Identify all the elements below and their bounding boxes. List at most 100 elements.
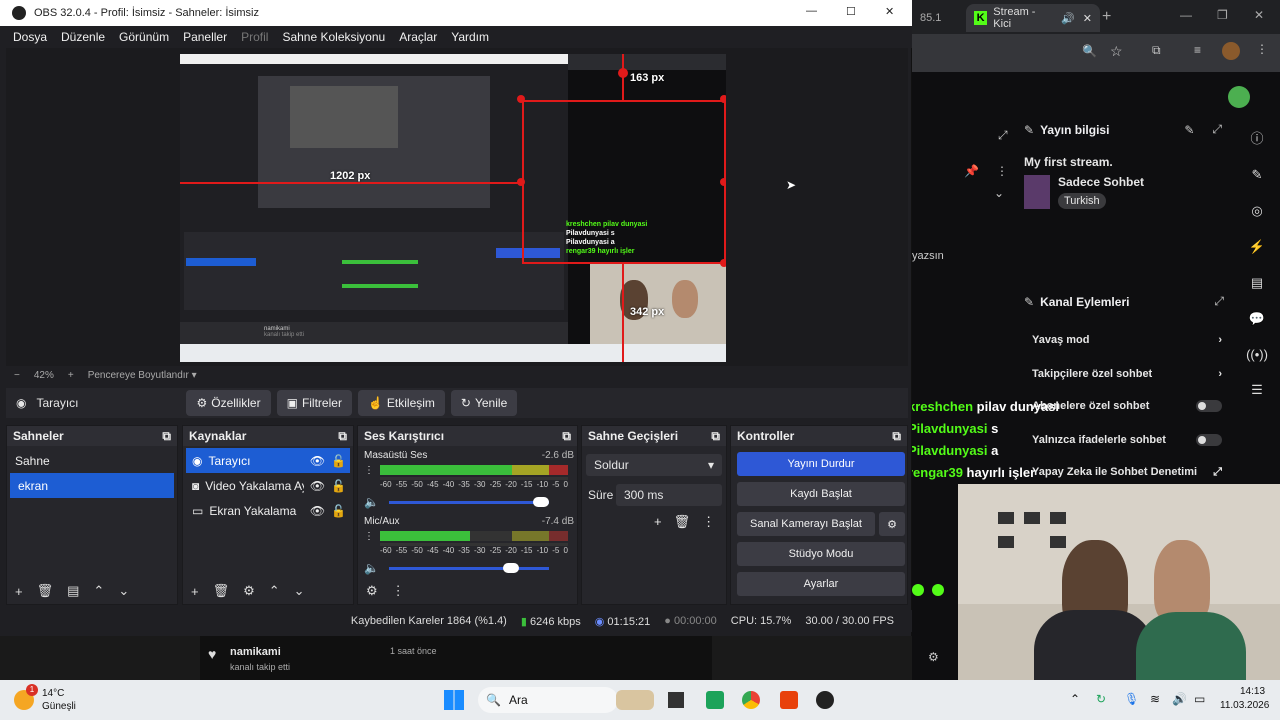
popout-icon[interactable]: ⤢	[998, 128, 1008, 143]
weather-widget[interactable]: 1 14°C Güneşli	[14, 684, 94, 716]
emote-only-toggle[interactable]	[1196, 434, 1222, 446]
layout-icon[interactable]: ☰	[1251, 382, 1263, 398]
document-icon[interactable]: ▤	[1251, 275, 1263, 291]
scene-item-selected[interactable]: ekran	[10, 473, 174, 498]
obs-maximize-icon[interactable]: ☐	[846, 5, 856, 18]
guide-handle[interactable]	[720, 259, 726, 267]
speaker-icon[interactable]: 🔈	[364, 561, 379, 575]
profile-avatar[interactable]	[1222, 42, 1240, 60]
move-down-icon[interactable]: ⌄	[294, 583, 305, 599]
studio-mode-button[interactable]: Stüdyo Modu	[737, 542, 905, 566]
dock-float-icon[interactable]: ⧉	[338, 429, 347, 444]
start-virtual-camera-button[interactable]: Sanal Kamerayı Başlat	[737, 512, 875, 536]
pin-icon[interactable]: 📌	[964, 164, 979, 178]
menu-profile[interactable]: Profil	[234, 30, 275, 44]
extensions-icon[interactable]: ⧉	[1152, 43, 1161, 58]
action-followers-only[interactable]: Takipçilere özel sohbet ›	[1032, 368, 1222, 380]
menu-docks[interactable]: Paneller	[176, 30, 234, 44]
add-source-icon[interactable]: +	[191, 584, 199, 599]
taskbar-search[interactable]: 🔍 Ara	[478, 687, 618, 713]
virtual-camera-settings-button[interactable]: ⚙	[879, 512, 905, 536]
obs-minimize-icon[interactable]: —	[806, 5, 817, 17]
move-up-icon[interactable]: ⌃	[269, 583, 280, 599]
settings-gear-icon[interactable]: ⚙	[928, 650, 939, 664]
guide-handle[interactable]	[720, 178, 726, 186]
stop-streaming-button[interactable]: Yayını Durdur	[737, 452, 905, 476]
tray-app-icon[interactable]: ↻	[1096, 692, 1106, 706]
menu-scene-collection[interactable]: Sahne Koleksiyonu	[275, 30, 392, 44]
obs-taskbar-icon[interactable]	[816, 691, 834, 709]
channel-menu-icon[interactable]: ⋮	[364, 465, 374, 489]
source-settings-icon[interactable]: ⚙	[243, 583, 255, 599]
media-controls-icon[interactable]: ≡	[1194, 43, 1201, 57]
volume-slider[interactable]	[388, 562, 549, 573]
source-item[interactable]: ▭ Ekran Yakalama 👁 🔓	[183, 498, 353, 523]
zoom-in-button[interactable]: +	[68, 370, 74, 381]
chrome-icon[interactable]	[742, 691, 760, 709]
action-slow-mode[interactable]: Yavaş mod ›	[1032, 334, 1222, 346]
kick-green-avatar[interactable]	[1228, 86, 1250, 108]
interact-button[interactable]: ☝ Etkileşim	[357, 390, 445, 416]
new-tab-icon[interactable]: +	[1102, 8, 1111, 26]
add-scene-icon[interactable]: +	[15, 584, 23, 599]
transform-box[interactable]	[522, 100, 726, 264]
source-item[interactable]: ◙ Video Yakalama Ay 👁 🔓	[183, 473, 353, 498]
browser-tab-stream[interactable]: K Stream - Kici 🔊 ✕	[966, 4, 1100, 32]
chat-bubble-icon[interactable]: 💬	[1249, 311, 1265, 327]
file-explorer-icon[interactable]	[668, 692, 684, 708]
guide-handle[interactable]	[720, 95, 726, 103]
browser-tab-partial[interactable]: 85.1	[912, 4, 962, 32]
edit-icon[interactable]: ✎	[1184, 123, 1194, 137]
dock-float-icon[interactable]: ⧉	[711, 429, 720, 444]
tray-mic-icon[interactable]: 🎙	[1124, 692, 1139, 706]
zoom-icon[interactable]: 🔍	[1082, 44, 1097, 58]
bookmark-star-icon[interactable]: ☆	[1110, 43, 1123, 60]
volume-slider[interactable]	[388, 496, 549, 507]
fit-to-window-select[interactable]: Pencereye Boyutlandır ▾	[88, 370, 197, 381]
transition-menu-icon[interactable]: ⋮	[702, 514, 715, 530]
dock-float-icon[interactable]: ⧉	[562, 429, 571, 444]
tray-chevron-icon[interactable]: ⌃	[1070, 692, 1080, 706]
remove-source-icon[interactable]: 🗑	[213, 583, 230, 599]
remove-scene-icon[interactable]: 🗑	[37, 583, 54, 599]
eye-icon[interactable]: 👁	[310, 454, 325, 468]
source-item-selected[interactable]: ◉ Tarayıcı 👁 🔓	[186, 448, 350, 473]
move-down-icon[interactable]: ⌄	[118, 583, 129, 599]
chevron-down-icon[interactable]: ⌄	[994, 186, 1004, 200]
dock-float-icon[interactable]: ⧉	[892, 429, 901, 444]
windows-start-icon[interactable]	[444, 690, 464, 710]
info-icon[interactable]: ⓘ	[1250, 128, 1263, 147]
menu-view[interactable]: Görünüm	[112, 30, 176, 44]
start-recording-button[interactable]: Kaydı Başlat	[737, 482, 905, 506]
browser-minimize-icon[interactable]: —	[1180, 8, 1192, 22]
menu-help[interactable]: Yardım	[444, 30, 496, 44]
clock-date[interactable]: 11.03.2026	[1220, 700, 1269, 711]
add-transition-icon[interactable]: +	[654, 514, 662, 530]
mixer-menu-icon[interactable]: ⋮	[392, 583, 405, 599]
scene-filters-icon[interactable]: ▤	[67, 583, 79, 599]
tab-close-icon[interactable]: ✕	[1083, 12, 1092, 25]
eye-icon[interactable]: 👁	[310, 479, 325, 493]
settings-button[interactable]: Ayarlar	[737, 572, 905, 596]
app-icon-green[interactable]	[706, 691, 724, 709]
volume-icon[interactable]: 🔊	[1172, 692, 1187, 706]
menu-edit[interactable]: Düzenle	[54, 30, 112, 44]
volume-knob[interactable]	[502, 562, 519, 573]
lock-icon[interactable]: 🔓	[331, 479, 346, 493]
widget-scene-icon[interactable]	[616, 690, 654, 710]
obs-close-icon[interactable]: ✕	[885, 5, 894, 18]
speaker-icon[interactable]: 🔈	[364, 495, 379, 509]
app-icon-red[interactable]	[780, 691, 798, 709]
lock-icon[interactable]: 🔓	[331, 454, 346, 468]
scene-item[interactable]: Sahne	[7, 448, 177, 473]
filters-button[interactable]: ▣ Filtreler	[276, 390, 352, 416]
remove-transition-icon[interactable]: 🗑	[674, 514, 691, 530]
refresh-button[interactable]: ↻ Yenile	[450, 390, 518, 416]
guide-handle[interactable]	[517, 178, 525, 186]
volume-knob[interactable]	[532, 496, 549, 507]
popout-icon-3[interactable]: ⤢	[1214, 294, 1224, 309]
lock-icon[interactable]: 🔓	[331, 504, 346, 518]
zoom-out-button[interactable]: −	[14, 370, 20, 381]
duration-spinbox[interactable]: 300 ms	[616, 484, 722, 506]
battery-icon[interactable]: ▭	[1194, 692, 1205, 706]
